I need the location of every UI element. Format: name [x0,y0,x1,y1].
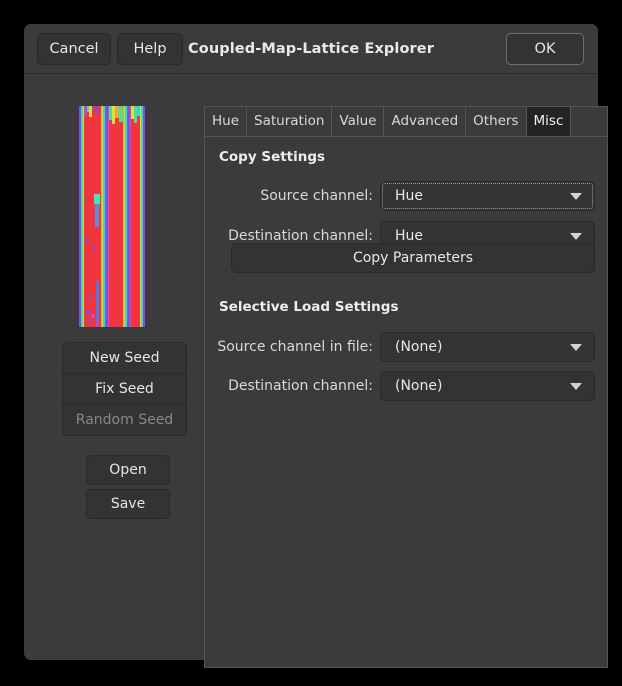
source-channel-dropdown[interactable]: Hue [380,181,595,211]
preview-streak [85,239,88,242]
selective-destination-channel-label: Destination channel: [223,378,373,394]
tab-others[interactable]: Others [466,107,526,137]
dialog-header-bar: Coupled-Map-Lattice Explorer Cancel Help… [24,24,598,74]
tab-label: Misc [534,113,564,129]
preview-streak [91,314,95,318]
open-button[interactable]: Open [86,455,170,485]
chevron-down-icon [570,383,582,390]
preview-streak [96,321,99,327]
notebook-tab-strip: Hue Saturation Value Advanced Others Misc [204,106,608,137]
ok-button[interactable]: OK [506,33,584,65]
preview-streak [86,310,90,314]
tab-label: Value [339,113,376,129]
cancel-button[interactable]: Cancel [37,33,111,65]
preview-streak [95,201,99,227]
preview-streak [88,319,91,322]
source-channel-in-file-value: (None) [395,333,442,361]
tab-label: Hue [212,113,239,129]
preview-streak [96,281,99,326]
selective-load-settings-title: Selective Load Settings [219,299,398,315]
help-button[interactable]: Help [117,33,183,65]
tab-value[interactable]: Value [332,107,384,137]
cml-explorer-dialog: Coupled-Map-Lattice Explorer Cancel Help… [24,24,598,660]
source-channel-value: Hue [395,182,423,210]
save-button[interactable]: Save [86,489,170,519]
chevron-down-icon [570,344,582,351]
selective-destination-channel-dropdown[interactable]: (None) [380,371,595,401]
misc-tab-page: Copy Settings Source channel: Hue Destin… [204,136,608,668]
preview-streak [92,247,95,250]
preview-streak [94,194,100,204]
preview-streaks [79,106,145,327]
tab-label: Others [473,113,518,129]
random-seed-button: Random Seed [62,404,187,436]
sidebar: New Seed Fix Seed Random Seed Open Save [34,74,194,660]
preview-streak [89,296,92,299]
new-seed-button[interactable]: New Seed [62,342,187,374]
coupled-map-lattice-preview[interactable] [79,106,145,327]
notebook: Hue Saturation Value Advanced Others Misc Cop… [204,106,608,668]
tab-label: Advanced [391,113,458,129]
destination-channel-label: Destination channel: [223,228,373,244]
tab-hue[interactable]: Hue [205,107,247,137]
chevron-down-icon [570,233,582,240]
source-channel-label: Source channel: [223,188,373,204]
source-channel-in-file-dropdown[interactable]: (None) [380,332,595,362]
tab-strip-filler [571,107,607,137]
chevron-down-icon [570,193,582,200]
tab-misc[interactable]: Misc [527,107,572,137]
fix-seed-button[interactable]: Fix Seed [62,373,187,405]
tab-advanced[interactable]: Advanced [384,107,466,137]
copy-parameters-button[interactable]: Copy Parameters [231,243,595,273]
copy-settings-title: Copy Settings [219,149,325,165]
source-channel-in-file-label: Source channel in file: [215,339,373,355]
selective-destination-channel-value: (None) [395,372,442,400]
tab-label: Saturation [254,113,324,129]
tab-saturation[interactable]: Saturation [247,107,332,137]
screen: Coupled-Map-Lattice Explorer Cancel Help… [0,0,622,686]
